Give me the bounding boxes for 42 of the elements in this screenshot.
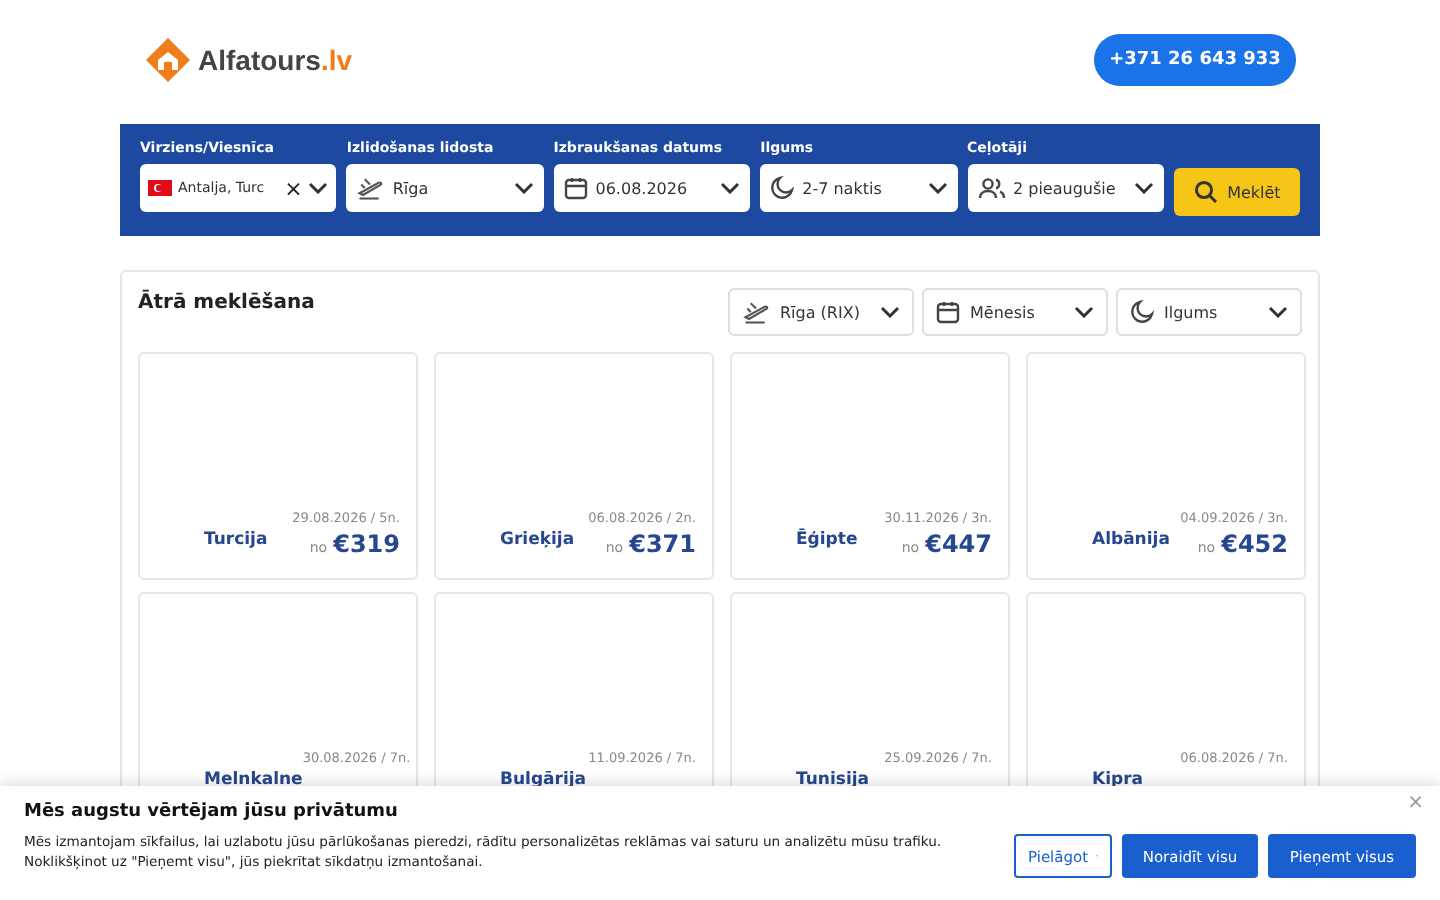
chevron-down-icon (1133, 182, 1154, 194)
chevron-down-icon (513, 182, 534, 194)
destination-name: Tunisija (794, 770, 870, 794)
calendar-icon (936, 300, 960, 324)
clear-icon[interactable]: × (284, 175, 303, 201)
price: €447 (925, 530, 992, 558)
filter-select[interactable]: Mēnesis (922, 288, 1108, 336)
chevron-down-icon (927, 182, 947, 194)
select-field[interactable]: Rīga (346, 164, 544, 212)
section-title: Ātrā meklēšana (138, 288, 315, 318)
moon-icon (1130, 300, 1154, 324)
select-field[interactable]: 06.08.2026 (553, 164, 751, 212)
destination-name: Albānija (1090, 530, 1170, 554)
chevron-down-icon (308, 182, 329, 194)
chevron-down-icon (1074, 306, 1094, 318)
destination-name: Bulgārija (498, 770, 587, 794)
logo-text[interactable]: Alfatours.lv (198, 44, 353, 76)
search-button[interactable]: Meklēt (1173, 168, 1301, 216)
destination-name: Turcija (202, 530, 268, 554)
people-icon (977, 176, 1005, 200)
airplane-icon (356, 174, 385, 202)
filter-select[interactable]: Ilgums (1116, 288, 1302, 336)
house-logo-icon (144, 36, 192, 84)
chevron-down-icon (720, 182, 741, 194)
select-field[interactable]: 2 pieaugušie (967, 164, 1164, 212)
chevron-down-icon (1268, 306, 1288, 318)
moon-icon (770, 176, 795, 200)
airplane-icon (742, 298, 770, 326)
phone-button[interactable]: +371 26 643 933 (1094, 34, 1296, 86)
price: €452 (1221, 530, 1288, 558)
chevron-down-icon (880, 306, 900, 318)
calendar-icon (563, 176, 588, 200)
search-icon (1193, 180, 1218, 204)
select-field[interactable]: 2-7 naktis (760, 164, 957, 212)
destination-name: Melnkalne (202, 770, 303, 794)
flag-icon (148, 180, 172, 196)
filter-select[interactable]: Rīga (RIX) (728, 288, 914, 336)
destination-name: Ēģipte (794, 530, 858, 554)
destination-name: Kipra (1090, 770, 1144, 794)
destination-name: Grieķija (498, 530, 575, 554)
price: €319 (333, 530, 400, 558)
price: €371 (629, 530, 696, 558)
